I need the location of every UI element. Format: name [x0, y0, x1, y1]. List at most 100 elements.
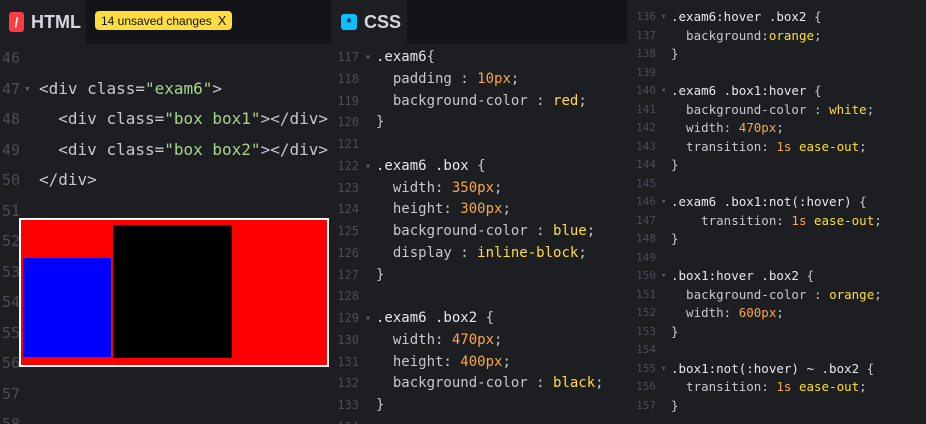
- code-line[interactable]: 154: [630, 341, 926, 360]
- css-code-editor[interactable]: 117 ▾ .exam6{118 padding : 10px; 119 backgr…: [331, 47, 627, 424]
- fold-arrow-icon[interactable]: ▾: [365, 47, 371, 69]
- code-line[interactable]: 125 background-color : blue;: [331, 221, 627, 243]
- code-token: }: [376, 114, 385, 131]
- code-line[interactable]: 133}: [331, 395, 627, 417]
- code-text: background-color : black;: [376, 373, 604, 395]
- code-line[interactable]: 57: [0, 379, 331, 410]
- code-line[interactable]: 127}: [331, 265, 627, 287]
- fold-arrow-icon[interactable]: ▾: [661, 267, 666, 286]
- code-line[interactable]: 122 ▾ .exam6 .box {: [331, 156, 627, 178]
- css-tab[interactable]: * CSS: [331, 0, 407, 44]
- code-line[interactable]: 48 <div class="box box1"></div>: [0, 104, 331, 135]
- code-line[interactable]: 157}: [630, 397, 926, 416]
- code-line[interactable]: 132 background-color : black;: [331, 373, 627, 395]
- code-line[interactable]: 130 width: 470px;: [331, 330, 627, 352]
- code-line[interactable]: 136 ▾ .exam6:hover .box2 {: [630, 8, 926, 27]
- code-line[interactable]: 137 background:orange;: [630, 27, 926, 46]
- code-line[interactable]: 121: [331, 134, 627, 156]
- code-line[interactable]: 141 background-color : white;: [630, 101, 926, 120]
- code-line[interactable]: 143 transition: 1s ease-out;: [630, 138, 926, 157]
- code-line[interactable]: 153}: [630, 323, 926, 342]
- code-text: background-color : orange;: [671, 286, 882, 305]
- code-line[interactable]: 149: [630, 249, 926, 268]
- fold-arrow-icon[interactable]: ▾: [365, 308, 371, 330]
- fold-arrow-icon[interactable]: ▾: [661, 8, 666, 27]
- code-token: "exam6": [144, 78, 213, 98]
- code-token: ease-out: [791, 379, 860, 394]
- code-token: red: [553, 92, 579, 109]
- code-line[interactable]: 46: [0, 43, 331, 74]
- unsaved-changes-badge[interactable]: 14 unsaved changes X: [95, 11, 233, 30]
- code-token: }: [671, 323, 679, 339]
- code-line[interactable]: 156 transition: 1s ease-out;: [630, 378, 926, 397]
- code-line[interactable]: 146 ▾ .exam6 .box1:not(:hover) {: [630, 193, 926, 212]
- code-text: padding : 10px;: [376, 69, 519, 91]
- code-line[interactable]: 144}: [630, 156, 926, 175]
- line-number: 145: [636, 176, 656, 190]
- fold-arrow-icon[interactable]: ▾: [661, 82, 666, 101]
- code-line[interactable]: 118 padding : 10px;: [331, 69, 627, 91]
- code-text: }: [671, 230, 679, 249]
- code-text: <div class="box box2"></div>: [39, 135, 328, 166]
- code-token: :: [814, 101, 830, 117]
- code-line[interactable]: 129 ▾ .exam6 .box2 {: [331, 308, 627, 330]
- code-line[interactable]: 123 width: 350px;: [331, 178, 627, 200]
- code-text: }: [671, 156, 679, 175]
- code-line[interactable]: 152 width: 600px;: [630, 304, 926, 323]
- fold-arrow-icon[interactable]: ▾: [24, 74, 31, 105]
- css-tab-title: CSS: [364, 11, 402, 32]
- code-token: }: [671, 397, 679, 413]
- code-token: ;: [874, 212, 882, 228]
- code-text: background-color : red;: [376, 91, 587, 113]
- close-icon[interactable]: X: [218, 13, 227, 28]
- code-text: background:orange;: [671, 27, 821, 46]
- code-line[interactable]: 120}: [331, 112, 627, 134]
- code-line[interactable]: 126 display : inline-block;: [331, 243, 627, 265]
- code-token: ;: [859, 379, 867, 394]
- fold-arrow-icon[interactable]: ▾: [365, 156, 371, 178]
- code-token: .exam6:hover .box2: [671, 9, 814, 24]
- code-line[interactable]: 131 height: 400px;: [331, 352, 627, 374]
- code-line[interactable]: 128: [331, 286, 627, 308]
- code-line[interactable]: 150 ▾ .box1:hover .box2 {: [630, 267, 926, 286]
- line-number: 123: [337, 180, 359, 195]
- css-code-editor-continued[interactable]: 136 ▾ .exam6:hover .box2 {137 background:o…: [630, 8, 926, 415]
- code-line[interactable]: 139: [630, 64, 926, 83]
- code-line[interactable]: 145: [630, 175, 926, 194]
- code-line[interactable]: 49 <div class="box box2"></div>: [0, 135, 331, 166]
- code-line[interactable]: 117 ▾ .exam6{: [331, 47, 627, 69]
- code-token: ;: [510, 70, 520, 87]
- code-line[interactable]: 148}: [630, 230, 926, 249]
- code-line[interactable]: 142 width: 470px;: [630, 119, 926, 138]
- preview-box1[interactable]: [23, 258, 111, 357]
- code-token: class=: [106, 139, 165, 159]
- code-text: width: 470px;: [671, 119, 784, 138]
- line-number: 125: [337, 224, 359, 238]
- code-line[interactable]: 119 background-color : red;: [331, 91, 627, 113]
- code-token: background:: [671, 27, 769, 43]
- code-line[interactable]: 58: [0, 409, 331, 424]
- code-line[interactable]: 155 ▾ .box1:not(:hover) ~ .box2 {: [630, 360, 926, 379]
- code-line[interactable]: 140 ▾ .exam6 .box1:hover {: [630, 82, 926, 101]
- fold-arrow-icon[interactable]: ▾: [661, 193, 666, 212]
- code-token: ;: [494, 179, 503, 196]
- code-line[interactable]: 138}: [630, 45, 926, 64]
- code-token: <div: [39, 109, 107, 128]
- code-token: ;: [859, 138, 867, 154]
- code-line[interactable]: 151 background-color : orange;: [630, 286, 926, 305]
- line-number: 144: [636, 158, 656, 171]
- preview-box2[interactable]: [113, 225, 232, 358]
- code-token: <div: [39, 78, 88, 98]
- code-token: ></div>: [260, 109, 328, 128]
- code-token: ;: [595, 375, 604, 392]
- html-tab[interactable]: / HTML: [0, 0, 86, 44]
- code-token: 470px: [738, 120, 777, 135]
- code-line[interactable]: 134: [331, 417, 627, 424]
- code-line[interactable]: 47 ▾ <div class="exam6">: [0, 74, 331, 105]
- code-token: 10px: [477, 70, 511, 87]
- code-line[interactable]: 50 </div>: [0, 165, 331, 196]
- code-token: ease-out: [791, 138, 860, 154]
- fold-arrow-icon[interactable]: ▾: [661, 360, 666, 379]
- code-line[interactable]: 124 height: 300px;: [331, 199, 627, 221]
- code-line[interactable]: 147 transition: 1s ease-out;: [630, 212, 926, 231]
